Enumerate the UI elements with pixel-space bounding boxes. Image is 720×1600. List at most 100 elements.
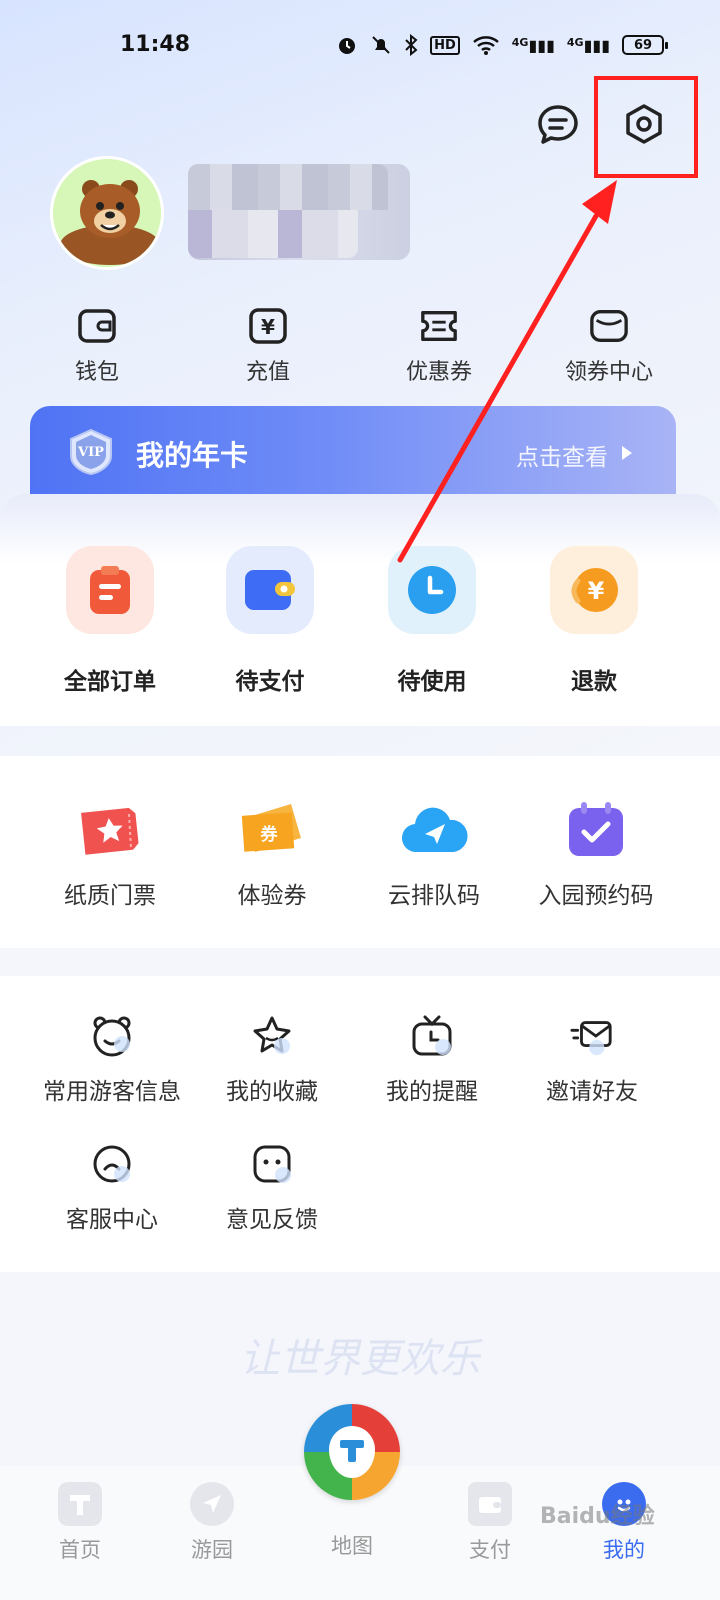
pending-payment-icon xyxy=(226,546,314,634)
quick-coupon[interactable]: 优惠券 xyxy=(369,306,509,386)
wallet-icon xyxy=(77,306,117,346)
quick-label: 领券中心 xyxy=(564,360,653,385)
refund-icon: ¥ xyxy=(550,546,638,634)
payment-icon xyxy=(468,1482,512,1526)
svg-text:券: 券 xyxy=(260,824,279,845)
tool-visitor-info[interactable]: 常用游客信息 xyxy=(32,1014,192,1106)
chevron-right-icon xyxy=(622,446,632,460)
nav-label: 首页 xyxy=(59,1538,101,1562)
coupon-icon xyxy=(419,306,459,346)
tool-feedback[interactable]: 意见反馈 xyxy=(192,1142,352,1234)
message-button[interactable] xyxy=(532,98,584,150)
status-icons: HD 4G▮▮▮ 4G▮▮▮ 69 xyxy=(336,34,668,56)
order-label: 待使用 xyxy=(397,669,467,695)
nav-label: 我的 xyxy=(603,1538,645,1562)
quick-label: 充值 xyxy=(245,360,290,385)
cloud-queue-icon xyxy=(398,798,470,862)
order-all[interactable]: 全部订单 xyxy=(40,546,180,696)
tickets-section: 纸质门票 券 体验券 云排队码 入园预约码 xyxy=(0,756,720,948)
quick-coupon-center[interactable]: 领券中心 xyxy=(539,306,679,386)
quick-label: 优惠券 xyxy=(405,360,472,385)
order-pending-payment[interactable]: 待支付 xyxy=(200,546,340,696)
map-icon xyxy=(329,1426,375,1478)
paper-ticket-icon xyxy=(74,798,146,862)
tile-label: 入园预约码 xyxy=(538,883,654,909)
slogan: 让世界更欢乐 xyxy=(240,1336,480,1382)
order-label: 全部订单 xyxy=(64,669,156,695)
tool-label: 常用游客信息 xyxy=(43,1079,181,1105)
reminder-icon xyxy=(410,1014,454,1058)
tile-label: 纸质门票 xyxy=(64,883,156,909)
quick-label: 钱包 xyxy=(74,360,119,385)
order-pending-use[interactable]: 待使用 xyxy=(362,546,502,696)
tool-label: 意见反馈 xyxy=(226,1207,318,1233)
nav-label: 支付 xyxy=(469,1538,511,1562)
alarm-icon xyxy=(339,38,356,54)
annual-card-view-link[interactable]: 点击查看 xyxy=(516,438,608,472)
coupon-center-icon xyxy=(589,306,629,346)
quick-wallet[interactable]: 钱包 xyxy=(27,306,167,386)
annotation-highlight-box xyxy=(594,76,698,178)
order-label: 待支付 xyxy=(235,669,305,695)
tool-label: 邀请好友 xyxy=(546,1079,638,1105)
home-icon xyxy=(58,1482,102,1526)
tile-paper-ticket[interactable]: 纸质门票 xyxy=(30,798,190,910)
tool-label: 我的提醒 xyxy=(386,1079,478,1105)
tool-reminder[interactable]: 我的提醒 xyxy=(352,1014,512,1106)
visitor-info-icon xyxy=(90,1014,134,1058)
pending-use-icon xyxy=(388,546,476,634)
tile-cloud-queue[interactable]: 云排队码 xyxy=(354,798,514,910)
tool-favorites[interactable]: 我的收藏 xyxy=(192,1014,352,1106)
svg-text:¥: ¥ xyxy=(588,577,605,605)
message-icon xyxy=(538,105,578,144)
blurred-name-block xyxy=(188,164,388,210)
tile-experience-voucher[interactable]: 券 体验券 xyxy=(192,798,352,910)
status-bar: 11:48 HD 4G▮▮▮ 4G▮▮▮ 69 xyxy=(0,30,720,66)
signal-2-label: 4G xyxy=(566,35,584,49)
park-tour-icon xyxy=(190,1482,234,1526)
quick-actions: 钱包 ¥ 充值 优惠券 领券中心 xyxy=(0,306,720,396)
tool-label: 我的收藏 xyxy=(226,1079,318,1105)
tile-label: 体验券 xyxy=(237,883,307,909)
annual-card-banner[interactable]: VIP 我的年卡 点击查看 xyxy=(30,406,676,506)
blurred-id-block xyxy=(188,210,358,258)
signal-1-icon: 4G▮▮▮ xyxy=(511,35,555,55)
park-reservation-icon xyxy=(560,798,632,862)
all-orders-icon xyxy=(66,546,154,634)
tile-park-reservation[interactable]: 入园预约码 xyxy=(516,798,676,910)
tile-label: 云排队码 xyxy=(388,883,480,909)
signal-2-icon: 4G▮▮▮ xyxy=(566,35,610,55)
feedback-icon xyxy=(250,1142,294,1186)
favorites-icon xyxy=(250,1014,294,1058)
watermark: Baidu经验 xyxy=(540,1504,655,1529)
hd-icon: HD xyxy=(430,35,460,55)
quick-recharge[interactable]: ¥ 充值 xyxy=(198,306,338,386)
tools-section: 常用游客信息 我的收藏 我的提醒 邀请好友 客服中心 意见反馈 xyxy=(0,976,720,1272)
recharge-icon: ¥ xyxy=(248,306,288,346)
order-refund[interactable]: ¥ 退款 xyxy=(524,546,664,696)
avatar[interactable] xyxy=(50,156,164,270)
nav-home[interactable]: 首页 xyxy=(30,1482,130,1564)
nav-payment[interactable]: 支付 xyxy=(440,1482,540,1564)
status-time: 11:48 xyxy=(120,32,191,57)
user-name-blurred xyxy=(188,164,410,260)
tool-label: 客服中心 xyxy=(66,1207,158,1233)
mute-icon xyxy=(372,36,390,54)
vip-badge-text: VIP xyxy=(77,445,104,460)
nav-map[interactable] xyxy=(304,1404,400,1500)
experience-voucher-icon: 券 xyxy=(236,798,308,862)
tool-invite-friends[interactable]: 邀请好友 xyxy=(512,1014,672,1106)
bluetooth-icon xyxy=(405,34,418,56)
vip-badge-icon: VIP xyxy=(70,428,112,476)
nav-label: 游园 xyxy=(191,1538,233,1562)
orders-panel: 全部订单 待支付 待使用 ¥ 退款 xyxy=(0,494,720,726)
nav-park[interactable]: 游园 xyxy=(162,1482,262,1564)
signal-1-label: 4G xyxy=(511,35,529,49)
annual-card-title: 我的年卡 xyxy=(136,439,249,472)
tool-customer-service[interactable]: 客服中心 xyxy=(32,1142,192,1234)
svg-text:¥: ¥ xyxy=(261,315,275,339)
customer-service-icon xyxy=(90,1142,134,1186)
invite-friends-icon xyxy=(570,1014,614,1058)
order-label: 退款 xyxy=(571,669,617,695)
battery-icon: 69 xyxy=(622,35,668,55)
